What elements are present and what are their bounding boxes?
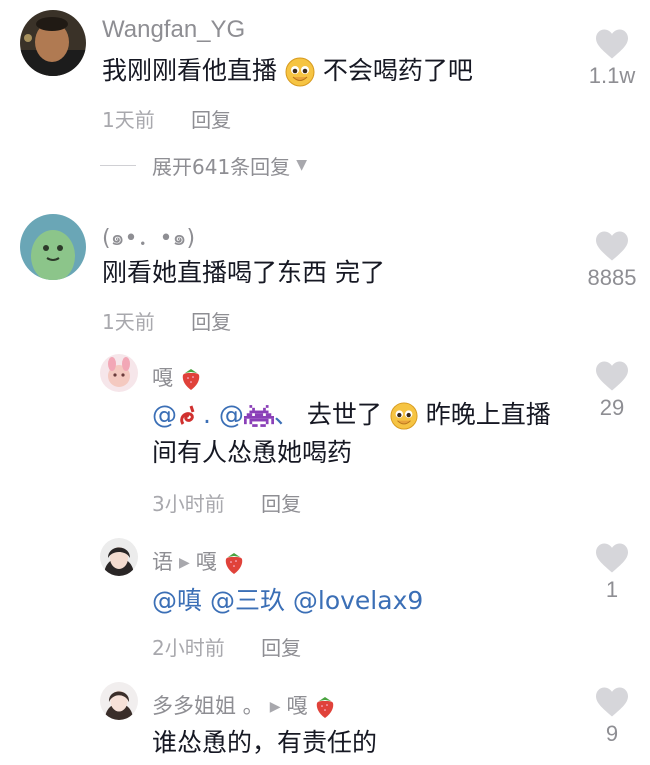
reply-button[interactable]: 回复	[261, 636, 301, 660]
avatar[interactable]	[20, 10, 86, 76]
reply-time: 2小时前	[152, 636, 225, 660]
reply-meta: 3小时前 回复	[152, 488, 301, 517]
reply-username-label: 多多姐姐 。	[152, 694, 264, 718]
reply-meta: 2小时前 回复	[152, 632, 301, 661]
like-button[interactable]: 1	[572, 542, 650, 603]
reply-text[interactable]: @嗔 @三玖 @lovelax9	[152, 582, 423, 620]
alien-monster-emoji	[243, 405, 274, 427]
comment-username[interactable]: Wangfan_YG	[102, 16, 245, 44]
mention: 、	[273, 400, 299, 429]
pleading-face-emoji	[390, 402, 418, 430]
caret-down-icon: ▼	[296, 157, 307, 173]
reply-username[interactable]: 多多姐姐 。 ▶ 嘎	[152, 690, 336, 720]
like-count: 29	[599, 395, 625, 420]
heart-icon	[596, 361, 628, 391]
expand-replies-label: 展开641条回复	[152, 154, 291, 179]
avatar[interactable]	[100, 354, 138, 392]
reply-to-username[interactable]: 嘎	[196, 550, 217, 574]
avatar[interactable]	[20, 214, 86, 280]
strawberry-emoji	[316, 697, 334, 718]
heart-icon	[596, 543, 628, 573]
reply-button[interactable]: 回复	[191, 108, 231, 132]
reply-text: 谁怂恿的，有责任的	[152, 728, 378, 757]
divider	[100, 164, 136, 166]
comment-text: 刚看她直播喝了东西 完了	[102, 258, 385, 287]
heart-icon	[596, 231, 628, 261]
like-count: 9	[605, 721, 619, 746]
heart-icon	[596, 687, 628, 717]
like-count: 1	[605, 577, 619, 602]
strawberry-emoji	[182, 369, 199, 390]
mention[interactable]: @	[152, 400, 177, 429]
reply-username[interactable]: 嘎	[152, 362, 202, 392]
avatar[interactable]	[100, 538, 138, 576]
comment-username[interactable]: (๑•．•๑)	[102, 220, 195, 255]
mention[interactable]: . @	[203, 400, 244, 429]
comment-time: 1天前	[102, 108, 155, 132]
comment-text-part: 不会喝药了吧	[322, 56, 473, 85]
avatar[interactable]	[100, 682, 138, 720]
pleading-face-emoji	[285, 57, 315, 87]
reply-text-part: 去世了	[298, 400, 382, 429]
reply-to-username[interactable]: 嘎	[286, 694, 307, 718]
heart-icon	[596, 29, 628, 59]
reply-time: 3小时前	[152, 492, 225, 516]
comment-text: 我刚刚看他直播 不会喝药了吧	[102, 52, 473, 90]
like-button[interactable]: 29	[572, 360, 650, 421]
comment-meta: 1天前 回复	[102, 104, 231, 133]
like-count: 8885	[587, 265, 637, 290]
like-count: 1.1w	[588, 63, 636, 88]
triangle-right-icon: ▶	[269, 699, 281, 715]
comment-meta: 1天前 回复	[102, 306, 231, 335]
red-symbol-emoji	[180, 405, 195, 425]
reply-username-label: 嘎	[152, 366, 173, 390]
like-button[interactable]: 1.1w	[572, 28, 650, 89]
comment-time: 1天前	[102, 310, 155, 334]
like-button[interactable]: 8885	[572, 230, 650, 291]
like-button[interactable]: 9	[572, 686, 650, 747]
strawberry-emoji	[226, 553, 243, 574]
reply-username[interactable]: 语 ▶ 嘎	[152, 546, 245, 576]
reply-text: @ . @ 、 去世了 昨晚上直播间有人怂恿她喝药	[152, 396, 562, 472]
reply-username-label: 语	[152, 550, 173, 574]
triangle-right-icon: ▶	[179, 555, 190, 571]
reply-button[interactable]: 回复	[261, 492, 301, 516]
expand-replies-button[interactable]: 展开641条回复 ▼	[100, 150, 307, 180]
comment-text-part: 我刚刚看他直播	[102, 56, 278, 85]
reply-button[interactable]: 回复	[191, 310, 231, 334]
comment-list: Wangfan_YG 我刚刚看他直播 不会喝药了吧 1天前 回复 1.1w 展开…	[0, 0, 650, 765]
